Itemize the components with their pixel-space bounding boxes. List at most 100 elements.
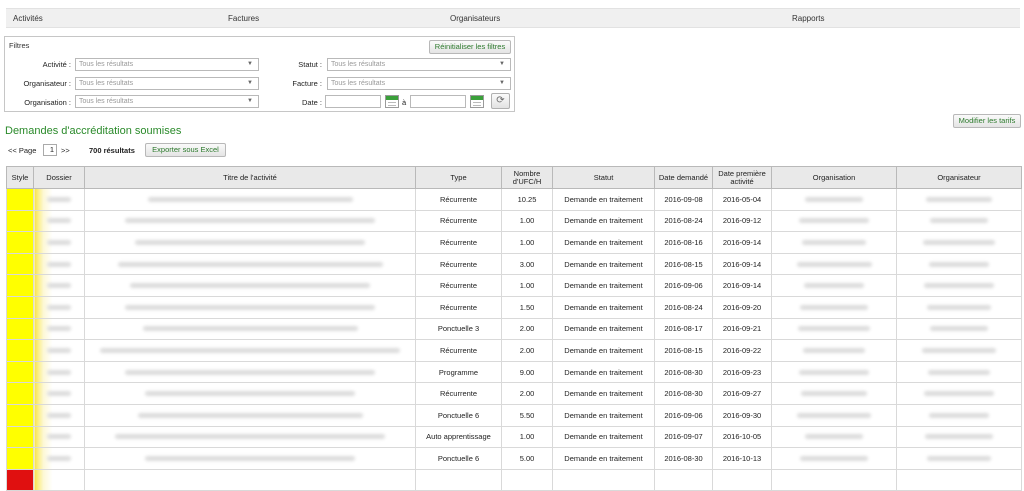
ufc-cell: 10.25 <box>501 188 553 211</box>
style-cell <box>6 403 34 427</box>
type-cell: Auto apprentissage <box>415 425 502 449</box>
header-date-demande[interactable]: Date demandé <box>654 166 713 189</box>
style-cell <box>6 209 34 233</box>
modify-rates-button[interactable]: Modifier les tarifs <box>953 114 1021 128</box>
ufc-cell: 1.50 <box>501 295 553 319</box>
activite-select[interactable]: Tous les résultats ▼ <box>75 58 259 71</box>
header-date-premiere[interactable]: Date première activité <box>712 166 772 189</box>
table-row[interactable]: Récurrente 2.00 Demande en traitement 2016-… <box>6 339 1022 362</box>
type-cell: Récurrente <box>415 209 502 233</box>
nav-organisateurs[interactable]: Organisateurs <box>450 14 500 23</box>
table-row[interactable]: Récurrente 1.00 Demande en traitement 2016-… <box>6 209 1022 233</box>
date-demande-cell: 2016-09-06 <box>654 274 713 297</box>
redacted-text <box>47 369 71 375</box>
table-row[interactable]: Récurrente 1.00 Demande en traitement 2016-… <box>6 231 1022 254</box>
date-label: Date : <box>301 98 322 107</box>
table-row[interactable]: Récurrente 2.00 Demande en traitement 2016-… <box>6 382 1022 405</box>
reset-filters-button[interactable]: Réinitialiser les filtres <box>429 40 511 54</box>
redacted-text <box>926 196 992 202</box>
page-number-input[interactable]: 1 <box>43 144 57 156</box>
organisateur-cell <box>896 447 1022 470</box>
header-statut[interactable]: Statut <box>552 166 655 189</box>
header-dossier[interactable]: Dossier <box>33 166 85 189</box>
redacted-text <box>137 412 363 418</box>
style-cell <box>6 317 34 341</box>
redacted-text <box>47 391 71 397</box>
redacted-text <box>930 326 988 332</box>
dossier-cell <box>33 425 85 449</box>
nav-rapports[interactable]: Rapports <box>792 14 824 23</box>
redacted-text <box>924 391 994 397</box>
redacted-text <box>930 218 988 224</box>
redacted-text <box>47 304 71 310</box>
pager-prev[interactable]: << Page <box>8 146 36 155</box>
date-from-input[interactable] <box>325 95 381 108</box>
redacted-text <box>804 283 864 289</box>
table-row[interactable]: Ponctuelle 3 2.00 Demande en traitement 201… <box>6 317 1022 341</box>
header-ufc[interactable]: Nombre d'UFC/H <box>501 166 553 189</box>
organisation-select[interactable]: Tous les résultats ▼ <box>75 95 259 108</box>
style-cell <box>6 447 34 470</box>
calendar-icon[interactable] <box>385 95 399 108</box>
statut-select-value: Tous les résultats <box>331 61 386 68</box>
chevron-down-icon: ▼ <box>247 98 253 104</box>
table-row[interactable]: Ponctuelle 6 5.50 Demande en traitement 201… <box>6 403 1022 427</box>
header-organisateur[interactable]: Organisateur <box>896 166 1022 189</box>
date-demande-cell: 2016-08-17 <box>654 317 713 341</box>
title-cell <box>84 360 416 384</box>
table-row[interactable]: Récurrente 1.00 Demande en traitement 2016-… <box>6 274 1022 297</box>
facture-select[interactable]: Tous les résultats ▼ <box>327 77 511 90</box>
nav-factures[interactable]: Factures <box>228 14 259 23</box>
refresh-icon[interactable]: ⟳ <box>491 93 510 109</box>
ufc-cell: 1.00 <box>501 425 553 449</box>
type-cell: Récurrente <box>415 231 502 254</box>
title-cell <box>84 403 416 427</box>
header-organisation[interactable]: Organisation <box>771 166 897 189</box>
export-excel-button[interactable]: Exporter sous Excel <box>145 143 226 157</box>
statut-select[interactable]: Tous les résultats ▼ <box>327 58 511 71</box>
header-type[interactable]: Type <box>415 166 502 189</box>
dossier-cell <box>33 209 85 233</box>
date-demande-cell: 2016-08-24 <box>654 209 713 233</box>
organisateur-cell <box>896 188 1022 211</box>
table-row[interactable]: Programme 9.00 Demande en traitement 2016-0… <box>6 360 1022 384</box>
redacted-text <box>142 326 358 332</box>
style-cell <box>6 425 34 449</box>
type-cell: Ponctuelle 6 <box>415 403 502 427</box>
table-row[interactable]: Récurrente 1.50 Demande en traitement 2016-… <box>6 295 1022 319</box>
dossier-cell <box>33 403 85 427</box>
organisateur-select[interactable]: Tous les résultats ▼ <box>75 77 259 90</box>
redacted-text <box>927 304 991 310</box>
table-row[interactable] <box>6 468 1022 491</box>
dossier-cell <box>33 339 85 362</box>
pager-next[interactable]: >> <box>61 146 70 155</box>
table-row[interactable]: Récurrente 3.00 Demande en traitement 2016-… <box>6 252 1022 276</box>
style-cell <box>6 382 34 405</box>
status-cell: Demande en traitement <box>552 274 655 297</box>
redacted-text <box>47 434 71 440</box>
calendar-icon[interactable] <box>470 95 484 108</box>
organisation-cell <box>771 425 897 449</box>
title-cell <box>84 252 416 276</box>
header-titre[interactable]: Titre de l'activité <box>84 166 416 189</box>
table-row[interactable]: Auto apprentissage 1.00 Demande en traitem… <box>6 425 1022 449</box>
table-cell <box>896 468 1022 491</box>
redacted-text <box>925 434 993 440</box>
date-demande-cell: 2016-08-30 <box>654 360 713 384</box>
dossier-cell <box>33 360 85 384</box>
redacted-text <box>803 347 865 353</box>
style-cell <box>6 360 34 384</box>
organisateur-cell <box>896 317 1022 341</box>
table-header: Style Dossier Titre de l'activité Type N… <box>6 166 1022 189</box>
date-to-input[interactable] <box>410 95 466 108</box>
table-row[interactable]: Récurrente 10.25 Demande en traitement 2016… <box>6 188 1022 211</box>
redacted-text <box>927 455 991 461</box>
header-style[interactable]: Style <box>6 166 34 189</box>
status-cell: Demande en traitement <box>552 425 655 449</box>
type-cell: Programme <box>415 360 502 384</box>
nav-activites[interactable]: Activités <box>13 14 43 23</box>
redacted-text <box>145 455 355 461</box>
table-row[interactable]: Ponctuelle 6 5.00 Demande en traitement 201… <box>6 447 1022 470</box>
dossier-cell <box>33 382 85 405</box>
chevron-down-icon: ▼ <box>247 61 253 67</box>
